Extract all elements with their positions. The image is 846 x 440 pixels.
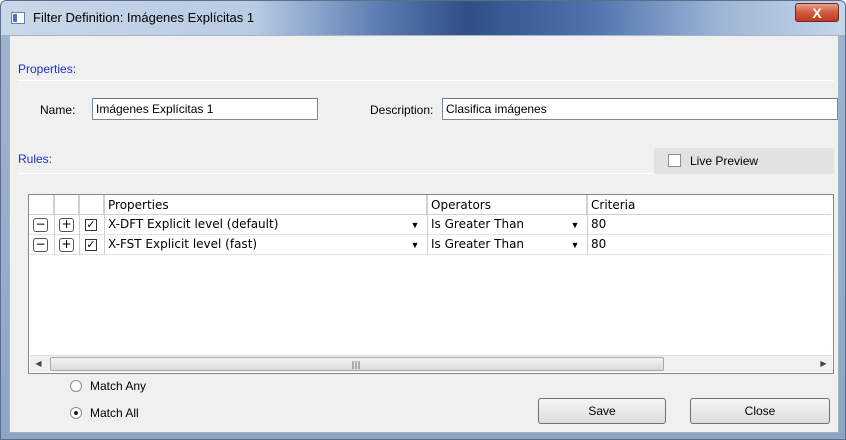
close-button[interactable]: Close [690, 398, 830, 424]
rule-enabled-checkbox[interactable]: ✓ [85, 219, 97, 231]
rule-enabled-checkbox[interactable]: ✓ [85, 239, 97, 251]
rule-property[interactable]: X-DFT Explicit level (default) [108, 217, 278, 231]
scroll-grip-icon [352, 361, 362, 369]
column-separator [54, 195, 55, 255]
property-dropdown-icon[interactable]: ▼ [409, 238, 421, 252]
rule-row: − + ✓ X-FST Explicit level (fast) ▼ Is G… [29, 235, 831, 255]
match-any-radio[interactable] [70, 380, 82, 392]
add-rule-button[interactable]: + [59, 238, 74, 252]
header-operators[interactable]: Operators [427, 195, 587, 215]
grid-header: Properties Operators Criteria [29, 195, 831, 215]
window-title: Filter Definition: Imágenes Explícitas 1 [33, 10, 255, 25]
header-plus-col [54, 195, 79, 215]
rule-property[interactable]: X-FST Explicit level (fast) [108, 237, 257, 251]
live-preview-area: Live Preview [654, 148, 834, 174]
rules-divider [18, 173, 654, 174]
horizontal-scrollbar[interactable]: ◀ ▶ [30, 355, 832, 372]
description-field[interactable]: Clasifica imágenes [442, 98, 838, 120]
match-all-label[interactable]: Match All [90, 406, 139, 420]
title-bar[interactable]: Filter Definition: Imágenes Explícitas 1… [1, 1, 845, 35]
properties-divider [18, 80, 834, 81]
scroll-right-icon[interactable]: ▶ [815, 356, 832, 372]
column-separator [104, 195, 105, 255]
rule-operator[interactable]: Is Greater Than [431, 237, 524, 251]
name-field[interactable]: Imágenes Explícitas 1 [92, 98, 318, 120]
description-label: Description: [370, 103, 434, 117]
name-label: Name: [40, 103, 76, 117]
live-preview-checkbox[interactable] [668, 154, 681, 167]
header-check-col [79, 195, 104, 215]
remove-rule-button[interactable]: − [33, 238, 48, 252]
operator-dropdown-icon[interactable]: ▼ [569, 218, 581, 232]
live-preview-label[interactable]: Live Preview [690, 154, 758, 168]
scroll-thumb[interactable] [50, 357, 664, 371]
window-icon [11, 12, 25, 24]
rule-criteria[interactable]: 80 [591, 217, 606, 231]
properties-section-label: Properties: [18, 62, 77, 76]
operator-dropdown-icon[interactable]: ▼ [569, 238, 581, 252]
rules-grid: Properties Operators Criteria − + ✓ X-DF… [28, 194, 834, 374]
save-button[interactable]: Save [538, 398, 666, 424]
match-all-radio[interactable] [70, 407, 82, 419]
remove-rule-button[interactable]: − [33, 218, 48, 232]
rule-criteria[interactable]: 80 [591, 237, 606, 251]
scroll-left-icon[interactable]: ◀ [30, 356, 47, 372]
header-properties[interactable]: Properties [104, 195, 427, 215]
rules-section-label: Rules: [18, 152, 53, 166]
column-separator [427, 195, 428, 255]
rule-row: − + ✓ X-DFT Explicit level (default) ▼ I… [29, 215, 831, 235]
header-criteria[interactable]: Criteria [587, 195, 833, 215]
column-separator [79, 195, 80, 255]
add-rule-button[interactable]: + [59, 218, 74, 232]
property-dropdown-icon[interactable]: ▼ [409, 218, 421, 232]
rule-operator[interactable]: Is Greater Than [431, 217, 524, 231]
dialog-body: Properties: Name: Imágenes Explícitas 1 … [9, 35, 839, 433]
match-any-label[interactable]: Match Any [90, 379, 146, 393]
column-separator [587, 195, 588, 255]
filter-definition-window: Filter Definition: Imágenes Explícitas 1… [0, 0, 846, 440]
close-window-button[interactable]: X [795, 3, 839, 22]
header-minus-col [29, 195, 54, 215]
